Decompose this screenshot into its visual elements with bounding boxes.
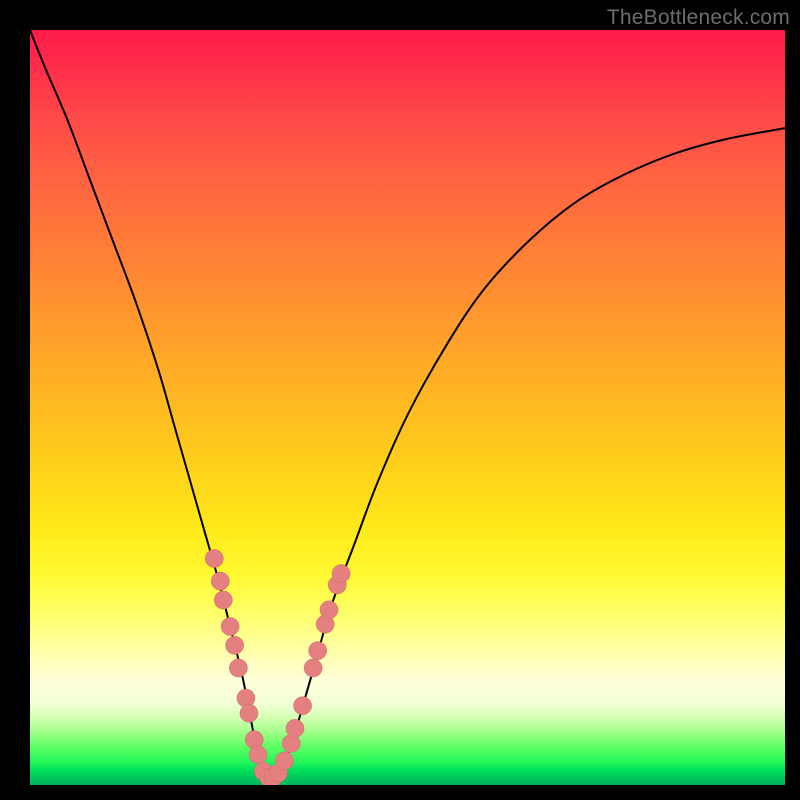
bottleneck-dot bbox=[226, 636, 244, 654]
bottleneck-dot bbox=[229, 659, 247, 677]
bottleneck-dot bbox=[320, 601, 338, 619]
bottleneck-dot bbox=[304, 659, 322, 677]
plot-area bbox=[30, 30, 785, 785]
bottleneck-dot bbox=[294, 697, 312, 715]
bottleneck-dot bbox=[275, 752, 293, 770]
bottleneck-dot bbox=[221, 617, 239, 635]
bottleneck-dot bbox=[240, 704, 258, 722]
bottleneck-dot bbox=[332, 565, 350, 583]
watermark-label: TheBottleneck.com bbox=[607, 6, 790, 30]
bottleneck-dot bbox=[249, 746, 267, 764]
bottleneck-dot bbox=[309, 642, 327, 660]
chart-container: TheBottleneck.com bbox=[0, 0, 800, 800]
bottleneck-dot bbox=[286, 719, 304, 737]
bottleneck-curve bbox=[30, 30, 785, 781]
bottleneck-dot bbox=[205, 549, 223, 567]
bottleneck-dots-group bbox=[205, 549, 350, 785]
bottleneck-dot bbox=[211, 572, 229, 590]
bottleneck-dot bbox=[214, 591, 232, 609]
chart-svg bbox=[30, 30, 785, 785]
